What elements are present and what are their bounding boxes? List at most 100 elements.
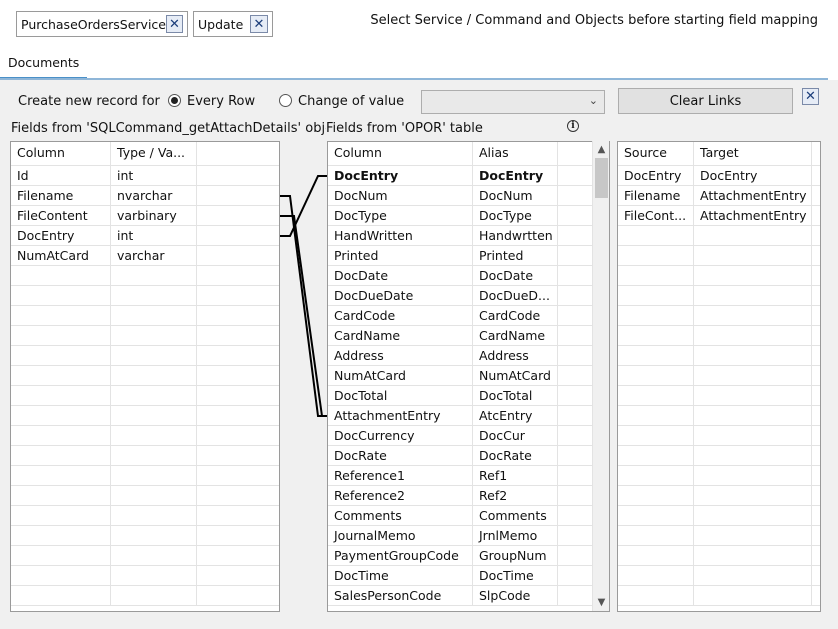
target-row[interactable]: Reference1 Ref1 <box>328 466 594 486</box>
service-chip[interactable]: PurchaseOrdersService ✕ <box>16 11 188 37</box>
scroll-thumb[interactable] <box>595 158 608 198</box>
target-row[interactable]: DocRate DocRate <box>328 446 594 466</box>
target-filler-cell <box>558 266 594 286</box>
source-row[interactable]: Id int <box>11 166 279 186</box>
mapping-row[interactable]: DocEntry DocEntry <box>618 166 820 186</box>
target-row[interactable]: HandWritten Handwrtten <box>328 226 594 246</box>
target-cell: DocDueDate <box>328 286 473 306</box>
mapping-filler-cell <box>694 246 812 266</box>
source-filler-cell <box>11 306 111 326</box>
change-of-value-label[interactable]: Change of value <box>298 94 404 109</box>
source-filler-cell <box>111 586 197 606</box>
mapping-filler-cell <box>618 246 694 266</box>
close-icon[interactable]: ✕ <box>802 88 819 105</box>
mapping-col-source[interactable]: Source <box>618 142 694 166</box>
clear-links-button[interactable]: Clear Links <box>618 88 793 114</box>
target-row[interactable]: DocTotal DocTotal <box>328 386 594 406</box>
target-cell: DocDueD... <box>473 286 558 306</box>
target-row[interactable]: DocTime DocTime <box>328 566 594 586</box>
value-field-select[interactable]: ⌄ <box>421 90 605 114</box>
mapping-filler-cell <box>812 306 820 326</box>
target-row[interactable]: DocDate DocDate <box>328 266 594 286</box>
target-row[interactable]: DocNum DocNum <box>328 186 594 206</box>
source-filler-cell <box>197 426 279 446</box>
scroll-down-icon[interactable]: ▼ <box>593 594 610 611</box>
target-cell: AttachmentEntry <box>328 406 473 426</box>
source-col-column[interactable]: Column <box>11 142 111 166</box>
mapping-filler-cell <box>618 406 694 426</box>
mapping-col-target[interactable]: Target <box>694 142 812 166</box>
target-row[interactable]: JournalMemo JrnlMemo <box>328 526 594 546</box>
source-empty-row <box>11 446 279 466</box>
target-row[interactable]: PaymentGroupCode GroupNum <box>328 546 594 566</box>
target-filler-cell <box>558 326 594 346</box>
target-row[interactable]: DocCurrency DocCur <box>328 426 594 446</box>
target-row[interactable]: Printed Printed <box>328 246 594 266</box>
mapping-filler-cell <box>694 266 812 286</box>
target-cell: SlpCode <box>473 586 558 606</box>
target-cell: PaymentGroupCode <box>328 546 473 566</box>
source-filler-cell <box>11 406 111 426</box>
source-filler-cell <box>11 546 111 566</box>
source-cell: FileContent <box>11 206 111 226</box>
target-row[interactable]: CardCode CardCode <box>328 306 594 326</box>
mapping-filler-cell <box>694 586 812 606</box>
mapping-cell: DocEntry <box>618 166 694 186</box>
target-filler-cell <box>558 566 594 586</box>
remove-command-icon[interactable]: ✕ <box>250 15 268 33</box>
target-filler-cell <box>558 486 594 506</box>
change-of-value-radio[interactable] <box>279 94 292 107</box>
target-row[interactable]: NumAtCard NumAtCard <box>328 366 594 386</box>
mapping-filler-cell <box>812 286 820 306</box>
source-row[interactable]: NumAtCard varchar <box>11 246 279 266</box>
source-filler-cell <box>111 306 197 326</box>
target-grid-scrollbar[interactable]: ▲ ▼ <box>592 141 609 611</box>
target-row[interactable]: CardName CardName <box>328 326 594 346</box>
mapping-filler-cell <box>618 526 694 546</box>
source-filler-cell <box>197 306 279 326</box>
target-cell: DocNum <box>328 186 473 206</box>
source-cell: varbinary <box>111 206 197 226</box>
mapping-row[interactable]: Filename AttachmentEntry <box>618 186 820 206</box>
source-grid: Column Type / Va... Id int Filename nvarcha… <box>10 141 280 612</box>
mapping-cell: FileCont... <box>618 206 694 226</box>
source-row[interactable]: FileContent varbinary <box>11 206 279 226</box>
scroll-up-icon[interactable]: ▲ <box>593 141 610 158</box>
tab-documents[interactable]: Documents <box>0 52 88 79</box>
source-col-type[interactable]: Type / Va... <box>111 142 197 166</box>
target-cell: Ref2 <box>473 486 558 506</box>
info-icon[interactable]: i <box>567 120 579 132</box>
target-row[interactable]: Comments Comments <box>328 506 594 526</box>
target-row[interactable]: Address Address <box>328 346 594 366</box>
target-row[interactable]: DocEntry DocEntry <box>328 166 594 186</box>
target-col-column[interactable]: Column <box>328 142 473 166</box>
source-empty-row <box>11 466 279 486</box>
target-row[interactable]: AttachmentEntry AtcEntry <box>328 406 594 426</box>
target-row[interactable]: DocType DocType <box>328 206 594 226</box>
remove-service-icon[interactable]: ✕ <box>166 15 183 33</box>
target-row[interactable]: Reference2 Ref2 <box>328 486 594 506</box>
source-empty-row <box>11 486 279 506</box>
mapping-row[interactable]: FileCont... AttachmentEntry <box>618 206 820 226</box>
target-row[interactable]: DocDueDate DocDueD... <box>328 286 594 306</box>
source-row[interactable]: Filename nvarchar <box>11 186 279 206</box>
source-filler-cell <box>11 586 111 606</box>
mapping-filler-cell <box>812 326 820 346</box>
tab-underline <box>0 78 828 80</box>
mapping-filler-cell <box>618 326 694 346</box>
mapping-filler-cell <box>812 386 820 406</box>
command-chip[interactable]: Update ✕ <box>193 11 273 37</box>
source-empty-row <box>11 326 279 346</box>
source-cell: int <box>111 226 197 246</box>
source-grid-title: Fields from 'SQLCommand_getAttachDetails… <box>11 121 326 136</box>
mapping-filler-cell <box>812 186 820 206</box>
source-filler-cell <box>197 506 279 526</box>
every-row-label[interactable]: Every Row <box>187 94 255 109</box>
every-row-radio[interactable] <box>168 94 181 107</box>
mapping-filler-cell <box>694 406 812 426</box>
source-row[interactable]: DocEntry int <box>11 226 279 246</box>
chevron-down-icon: ⌄ <box>588 94 598 107</box>
command-chip-label: Update <box>198 16 244 32</box>
target-row[interactable]: SalesPersonCode SlpCode <box>328 586 594 606</box>
target-col-alias[interactable]: Alias <box>473 142 558 166</box>
